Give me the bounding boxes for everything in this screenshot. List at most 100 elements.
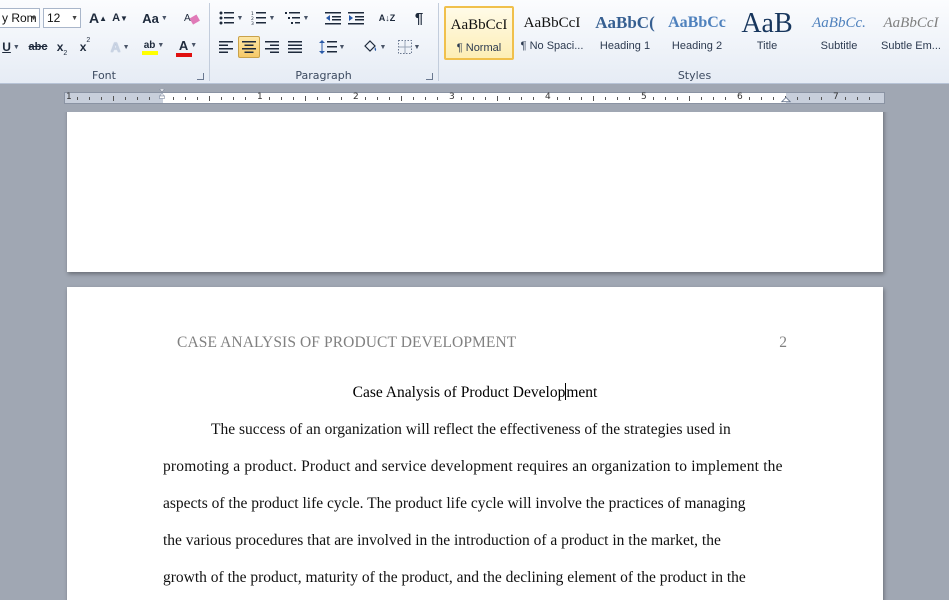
style-name: Heading 2	[671, 40, 723, 52]
style-normal[interactable]: AaBbCcI ¶ Normal	[444, 6, 514, 60]
ruler-tick	[689, 96, 690, 101]
ruler-tick	[293, 97, 294, 100]
increase-indent-button[interactable]	[345, 7, 367, 29]
change-case-label: Aa	[142, 10, 159, 26]
font-group: y Rom ▼ 12 ▼ A ▲ A ▼ Aa ▼ A U ▼ abc x 2 …	[0, 0, 208, 84]
ruler-tick	[521, 97, 522, 100]
body-line: growth of the product, maturity of the p…	[163, 569, 746, 586]
running-header: CASE ANALYSIS OF PRODUCT DEVELOPMENT	[177, 334, 517, 351]
subscript-label: x	[56, 40, 64, 54]
font-group-label: Font	[92, 69, 116, 82]
style-name: Subtitle	[820, 40, 858, 52]
style-title[interactable]: AaB Title	[732, 6, 802, 60]
style-no-spacing[interactable]: AaBbCcI ¶ No Spaci...	[517, 6, 587, 60]
ruler-tick	[197, 97, 198, 100]
grow-font-button[interactable]: A ▲	[87, 7, 109, 29]
justify-button[interactable]	[284, 36, 306, 58]
ruler-number: 2	[353, 92, 359, 102]
title-text-after-caret: ment	[566, 384, 598, 401]
ruler-tick	[413, 97, 414, 100]
svg-text:3: 3	[251, 21, 254, 25]
sort-button[interactable]: A↓Z	[376, 7, 398, 29]
font-dialog-launcher-icon[interactable]	[197, 73, 204, 80]
ruler-tick	[509, 97, 510, 100]
superscript-button[interactable]: x2	[74, 36, 96, 58]
show-hide-formatting-button[interactable]: ¶	[408, 7, 430, 29]
grow-font-label: A	[88, 10, 100, 26]
title-text-before-caret: Case Analysis of Product Develop	[352, 384, 566, 401]
align-left-button[interactable]	[215, 36, 237, 58]
ruler-tick	[845, 97, 846, 100]
body-line: The success of an organization will refl…	[211, 421, 731, 438]
ruler-tick	[761, 97, 762, 100]
shrink-font-button[interactable]: A ▼	[110, 7, 130, 29]
sort-icon: A↓Z	[378, 13, 396, 23]
multilevel-list-button[interactable]: ▼	[282, 7, 312, 29]
style-sample: AaBbCcI	[523, 14, 581, 31]
ruler-tick	[629, 97, 630, 100]
paint-bucket-icon	[363, 40, 376, 52]
ruler-tick	[365, 97, 366, 100]
left-indent-marker[interactable]	[157, 89, 167, 99]
ruler-tick	[857, 97, 858, 100]
highlight-label: ab	[143, 39, 156, 51]
underline-button[interactable]: U ▼	[0, 36, 25, 58]
ruler-tick	[677, 97, 678, 100]
ruler-number: 6	[737, 92, 743, 102]
align-right-icon	[265, 41, 279, 53]
font-name-combo[interactable]: y Rom ▼	[0, 8, 40, 28]
clear-formatting-button[interactable]: A	[180, 7, 204, 29]
subscript-button[interactable]: x2	[51, 36, 73, 58]
ruler-tick	[317, 97, 318, 100]
style-sample: AaBbCc.	[812, 14, 866, 31]
strikethrough-label: abc	[28, 41, 48, 53]
change-case-button[interactable]: Aa ▼	[141, 7, 169, 29]
line-spacing-icon	[318, 40, 337, 54]
ruler-tick	[281, 97, 282, 100]
style-sample: AaBbC(	[595, 13, 655, 32]
ruler-number: 4	[545, 92, 551, 102]
line-spacing-button[interactable]: ▼	[316, 36, 348, 58]
text-effects-button[interactable]: A ▼	[106, 36, 134, 58]
ruler-number: 1	[66, 92, 72, 102]
numbering-button[interactable]: 1 2 3 ▼	[248, 7, 278, 29]
decrease-indent-button[interactable]	[322, 7, 344, 29]
ruler-tick	[149, 97, 150, 100]
bullets-button[interactable]: ▼	[216, 7, 246, 29]
ruler-tick	[593, 96, 594, 101]
right-indent-marker[interactable]	[781, 95, 791, 105]
style-heading-1[interactable]: AaBbC( Heading 1	[590, 6, 660, 60]
chevron-down-icon: ▼	[71, 14, 78, 22]
borders-button[interactable]: ▼	[393, 36, 425, 58]
shading-button[interactable]: ▼	[358, 36, 390, 58]
style-subtitle[interactable]: AaBbCc. Subtitle	[804, 6, 874, 60]
ruler-number: 7	[833, 92, 839, 102]
style-sample: AaB	[741, 8, 793, 39]
ruler-number: 1	[257, 92, 263, 102]
document-area[interactable]: CASE ANALYSIS OF PRODUCT DEVELOPMENT 2 C…	[0, 112, 949, 600]
align-right-button[interactable]	[261, 36, 283, 58]
style-subtle-emphasis[interactable]: AaBbCcI Subtle Em...	[876, 6, 946, 60]
strikethrough-button[interactable]: abc	[27, 36, 49, 58]
style-sample: AaBbCc	[668, 14, 726, 31]
page-1[interactable]	[67, 112, 883, 272]
page-2[interactable]: CASE ANALYSIS OF PRODUCT DEVELOPMENT 2 C…	[67, 287, 883, 600]
ruler-tick	[137, 97, 138, 100]
ruler-tick	[341, 97, 342, 100]
style-sample: AaBbCcI	[883, 14, 939, 31]
paragraph-dialog-launcher-icon[interactable]	[426, 73, 433, 80]
ribbon: y Rom ▼ 12 ▼ A ▲ A ▼ Aa ▼ A U ▼ abc x 2 …	[0, 0, 949, 84]
page-number: 2	[779, 334, 787, 351]
document-title[interactable]: Case Analysis of Product Development	[67, 383, 883, 402]
align-center-button[interactable]	[238, 36, 260, 58]
ruler-tick	[725, 97, 726, 100]
highlight-button[interactable]: ab ▼	[138, 36, 170, 58]
font-color-button[interactable]: A ▼	[172, 36, 204, 58]
font-size-combo[interactable]: 12 ▼	[43, 8, 81, 28]
ruler-tick	[533, 97, 534, 100]
horizontal-ruler[interactable]: 1 1 2 3 4 5 6 7	[64, 89, 885, 105]
font-color-label: A	[178, 37, 189, 53]
increase-indent-icon	[348, 12, 364, 25]
style-heading-2[interactable]: AaBbCc Heading 2	[662, 6, 732, 60]
ruler-tick	[485, 97, 486, 100]
